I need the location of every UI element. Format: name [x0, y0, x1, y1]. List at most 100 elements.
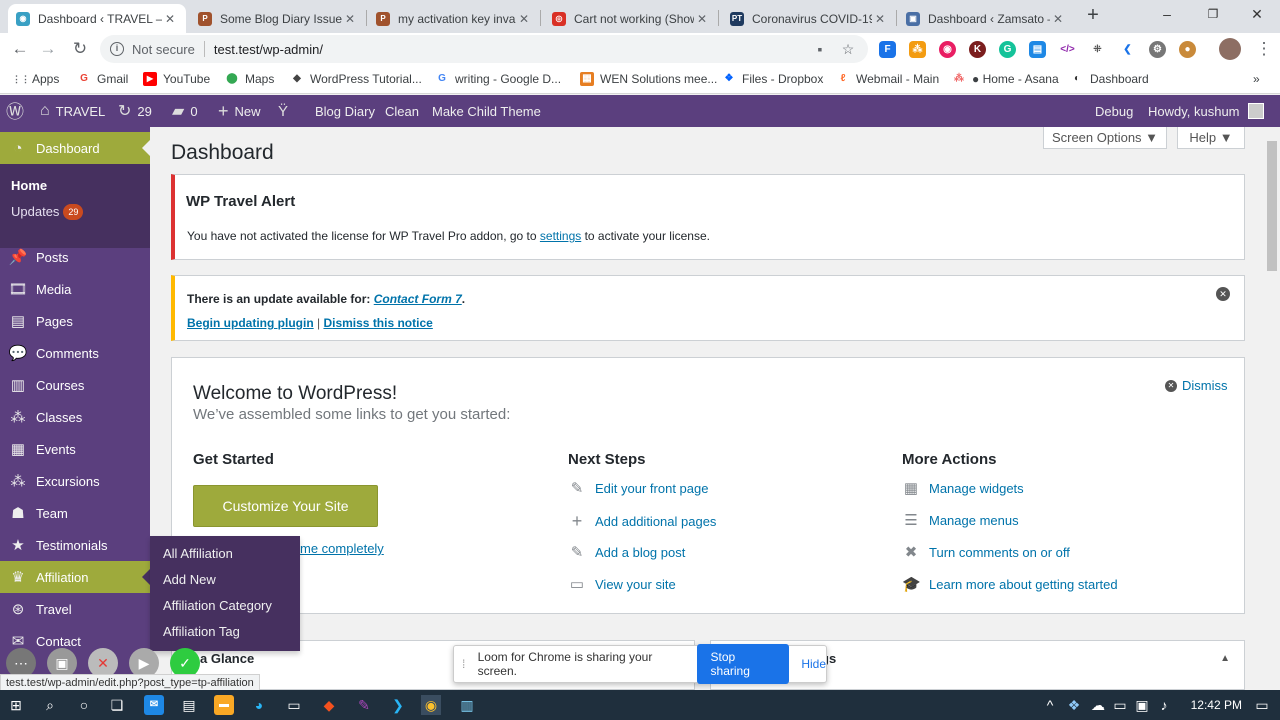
flyout-add-new[interactable]: Add New	[163, 572, 216, 587]
adminbar-blog-diary[interactable]: Blog Diary	[315, 95, 375, 127]
new-content-menu[interactable]: + New	[218, 95, 261, 127]
bookmark-dropbox[interactable]: ❖ Files - Dropbox	[722, 71, 824, 87]
forward-button[interactable]: →	[36, 38, 60, 60]
bookmark-wen-solutions[interactable]: ▦ WEN Solutions mee...	[580, 71, 717, 87]
toggle-comments-link[interactable]: ✖ Turn comments on or off	[902, 543, 1070, 561]
close-tab-icon[interactable]: ✕	[162, 12, 178, 26]
vscode-icon[interactable]: ❯	[388, 695, 408, 715]
tab-activation-key[interactable]: P my activation key invalid ✕	[368, 4, 540, 33]
site-name-menu[interactable]: ⌂ TRAVEL	[40, 95, 105, 127]
extension-red-icon[interactable]: ◉	[939, 41, 956, 58]
task-view-icon[interactable]: ❏	[107, 695, 127, 715]
file-explorer-icon[interactable]: ▬	[214, 695, 234, 715]
tab-cart-not-working[interactable]: ◎ Cart not working (Show ✕	[544, 4, 718, 33]
chrome-icon[interactable]: ◉	[421, 695, 441, 715]
windows-start-icon[interactable]: ⊞	[6, 695, 26, 715]
extension-docs-icon[interactable]: ▤	[1029, 41, 1046, 58]
sidebar-item-media[interactable]: 🎞 Media	[0, 273, 150, 305]
address-bar[interactable]: i Not secure test.test/wp-admin/ ▪ ☆	[100, 35, 868, 63]
my-account-menu[interactable]: Howdy, kushum	[1148, 95, 1264, 127]
flyout-all-affiliation[interactable]: All Affiliation	[163, 546, 233, 561]
getting-started-link[interactable]: 🎓 Learn more about getting started	[902, 575, 1118, 593]
change-theme-link[interactable]: me completely	[300, 541, 384, 556]
notifications-icon[interactable]: ▭	[1252, 695, 1272, 715]
bookmark-gmail[interactable]: G Gmail	[77, 71, 128, 87]
add-blog-post-link[interactable]: ✎ Add a blog post	[568, 543, 686, 561]
terminal-icon[interactable]: ▭	[284, 695, 304, 715]
extension-ft-icon[interactable]: F	[879, 41, 896, 58]
manage-menus-link[interactable]: ☰ Manage menus	[902, 511, 1018, 529]
url-text[interactable]: test.test/wp-admin/	[214, 42, 323, 57]
mail-app-icon[interactable]: ✉	[144, 695, 164, 715]
sidebar-item-dashboard[interactable]: ◔ Dashboard	[0, 132, 150, 164]
bookmark-star-icon[interactable]: ☆	[840, 41, 856, 57]
close-tab-icon[interactable]: ✕	[872, 12, 888, 26]
collapse-arrow-icon[interactable]: ▲	[1220, 653, 1230, 664]
sidebar-item-classes[interactable]: ⁂ Classes	[0, 401, 150, 433]
close-tab-icon[interactable]: ✕	[1050, 12, 1066, 26]
scrollbar-thumb[interactable]	[1267, 141, 1277, 271]
bookmark-maps[interactable]: ⬤ Maps	[225, 71, 274, 87]
search-icon[interactable]: ⌕	[40, 695, 60, 715]
pen-app-icon[interactable]: ✎	[354, 695, 374, 715]
view-site-link[interactable]: ▭ View your site	[568, 575, 676, 593]
close-tab-icon[interactable]: ✕	[694, 12, 710, 26]
page-scrollbar[interactable]	[1264, 127, 1280, 690]
minimize-window-button[interactable]: –	[1144, 0, 1190, 30]
close-circle-icon[interactable]: ✕	[1216, 287, 1230, 301]
bookmark-apps[interactable]: ⋮⋮ Apps	[12, 71, 59, 87]
new-tab-button[interactable]: +	[1082, 5, 1104, 27]
tab-dashboard-zamsato[interactable]: ▣ Dashboard ‹ Zamsato — ✕	[898, 4, 1074, 33]
hide-button[interactable]: Hide	[801, 657, 826, 671]
grammarly-icon[interactable]: G	[999, 41, 1016, 58]
reload-button[interactable]: ↻	[68, 38, 92, 60]
profile-avatar[interactable]	[1219, 38, 1241, 60]
tab-dashboard-travel[interactable]: ◉ Dashboard ‹ TRAVEL — ✕	[8, 4, 186, 33]
volume-icon[interactable]: ♪	[1154, 695, 1174, 715]
cortana-icon[interactable]: ○	[74, 695, 94, 715]
sidebar-item-affiliation[interactable]: ♛ Affiliation	[0, 561, 150, 593]
extension-arrow-icon[interactable]: ❮	[1119, 41, 1136, 58]
taskbar-clock[interactable]: 12:42 PM	[1191, 698, 1242, 712]
sidebar-item-testimonials[interactable]: ★ Testimonials	[0, 529, 150, 561]
back-button[interactable]: ←	[8, 38, 32, 60]
bookmark-writing[interactable]: Gwriting - Google D...	[435, 71, 561, 87]
bookmark-youtube[interactable]: ▶ YouTube	[143, 71, 210, 87]
edge-browser-icon[interactable]: ◕	[249, 695, 269, 715]
settings-link[interactable]: settings	[540, 229, 581, 243]
battery-icon[interactable]: ▭	[1110, 695, 1130, 715]
add-pages-link[interactable]: + Add additional pages	[568, 511, 717, 532]
tab-coronavirus[interactable]: PT Coronavirus COVID-19 ( ✕	[722, 4, 896, 33]
more-bookmarks-button[interactable]: »	[1253, 71, 1260, 87]
manage-widgets-link[interactable]: ▦ Manage widgets	[902, 479, 1024, 497]
welcome-dismiss-button[interactable]: ✕ Dismiss	[1165, 378, 1228, 393]
dismiss-notice-link[interactable]: Dismiss this notice	[323, 316, 432, 330]
sidebar-item-posts[interactable]: 📌 Posts	[0, 241, 150, 273]
plugin-link[interactable]: Contact Form 7	[374, 292, 462, 306]
gear-extension-icon[interactable]: ⚙	[1149, 41, 1166, 58]
sidebar-item-team[interactable]: ☗ Team	[0, 497, 150, 529]
cookie-extension-icon[interactable]: ●	[1179, 41, 1196, 58]
adminbar-make-child-theme[interactable]: Make Child Theme	[432, 95, 541, 127]
flyout-affiliation-category[interactable]: Affiliation Category	[163, 598, 272, 613]
adminbar-clean[interactable]: Clean	[385, 95, 419, 127]
sidebar-item-pages[interactable]: ▤ Pages	[0, 305, 150, 337]
wp-logo-menu[interactable]: Ⓦ	[6, 95, 30, 127]
bookmark-dashboard[interactable]: ◐ Dashboard	[1070, 71, 1149, 87]
submenu-home[interactable]: Home	[11, 178, 47, 193]
git-icon[interactable]: ◆	[319, 695, 339, 715]
bookmark-asana[interactable]: ⁂ ● Home - Asana	[952, 71, 1059, 87]
sidebar-item-courses[interactable]: ▥ Courses	[0, 369, 150, 401]
notepad-icon[interactable]: ▥	[457, 695, 477, 715]
bookmark-wordpress-tutorial[interactable]: ◆ WordPress Tutorial...	[290, 71, 422, 87]
close-tab-icon[interactable]: ✕	[516, 12, 532, 26]
submenu-updates[interactable]: Updates 29	[11, 204, 84, 220]
chrome-menu-icon[interactable]: ⋮	[1252, 38, 1276, 60]
info-icon[interactable]: i	[110, 42, 124, 56]
calculator-icon[interactable]: ▤	[179, 695, 199, 715]
sidebar-item-events[interactable]: ▦ Events	[0, 433, 150, 465]
updates-menu[interactable]: ↻ 29	[118, 95, 152, 127]
adminbar-debug[interactable]: Debug	[1095, 95, 1133, 127]
dropbox-tray-icon[interactable]: ❖	[1064, 695, 1084, 715]
restore-window-button[interactable]: ❐	[1190, 0, 1236, 30]
